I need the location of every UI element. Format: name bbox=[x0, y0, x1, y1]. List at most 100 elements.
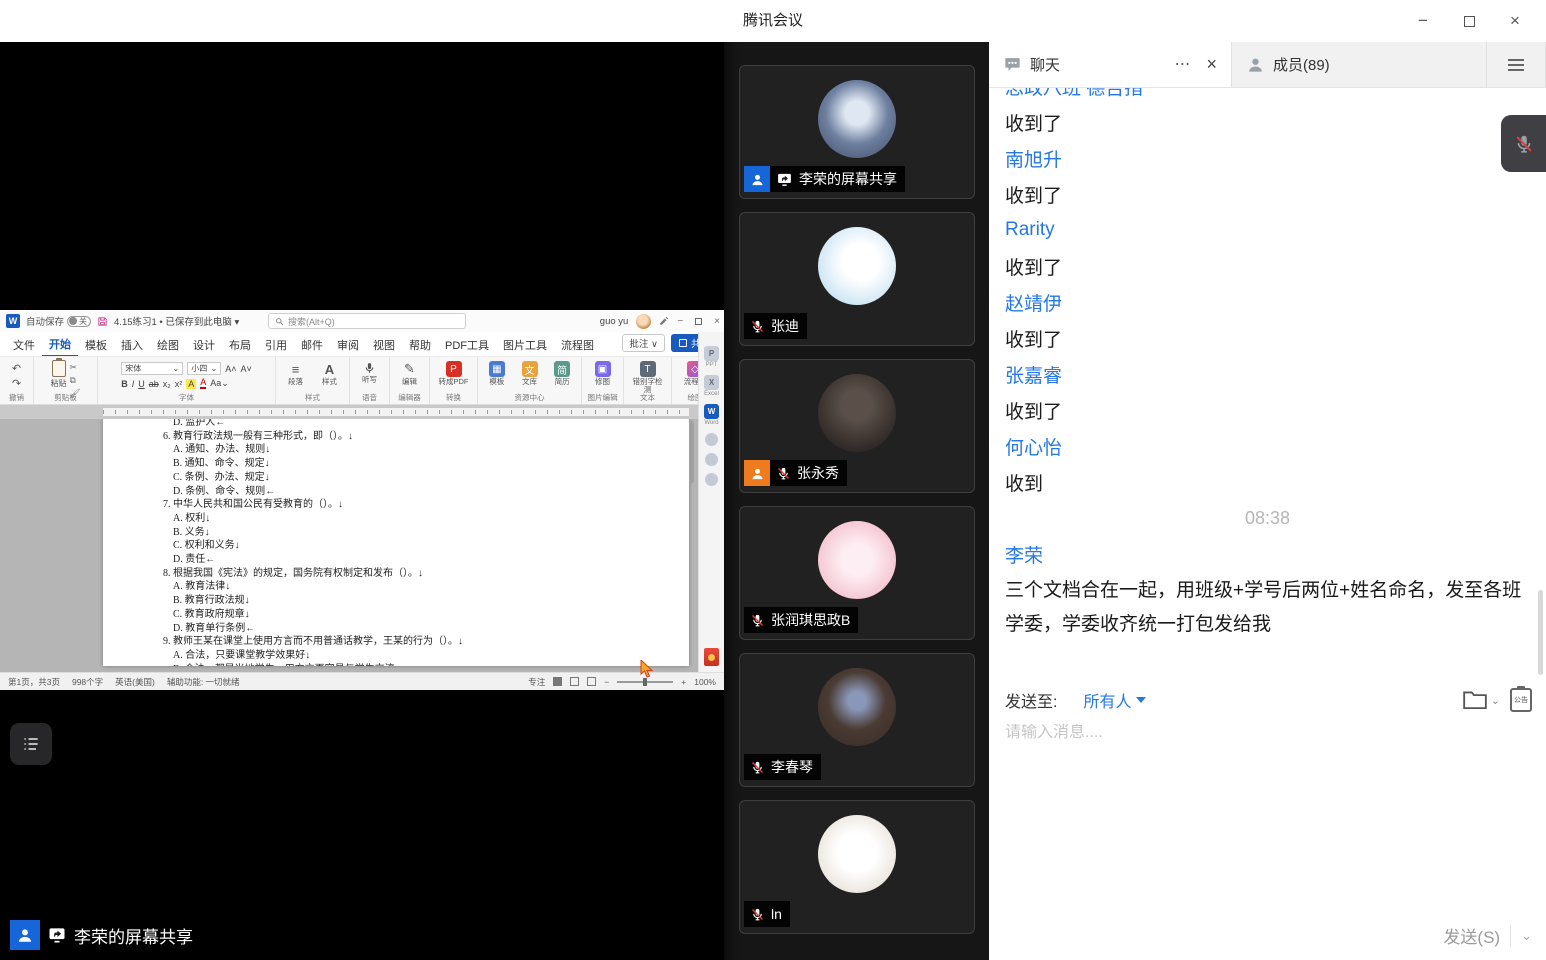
chat-sender-name[interactable]: 李荣 bbox=[1005, 536, 1530, 572]
focus-mode-button[interactable]: 专注 bbox=[528, 676, 545, 688]
rail-settings-icon[interactable] bbox=[705, 433, 718, 446]
tab-home[interactable]: 开始 bbox=[42, 332, 78, 357]
participant-tile[interactable]: 李春琴 bbox=[739, 653, 975, 787]
list-toggle-button[interactable] bbox=[10, 723, 52, 765]
superscript-button[interactable]: x² bbox=[175, 379, 183, 389]
chat-sender-name[interactable]: Rarity bbox=[1005, 212, 1530, 248]
redo-icon[interactable]: ↷ bbox=[12, 377, 21, 390]
page-indicator[interactable]: 第1页，共3页 bbox=[8, 676, 60, 688]
font-name-select[interactable]: 宋体⌄ bbox=[121, 362, 183, 375]
styles-button[interactable]: A样式 bbox=[314, 360, 345, 386]
editor-button[interactable]: ✎编辑 bbox=[394, 360, 425, 386]
copy-icon[interactable]: ⧉ bbox=[70, 375, 81, 386]
tab-review[interactable]: 审阅 bbox=[330, 333, 366, 356]
chat-input[interactable] bbox=[1005, 724, 1530, 742]
accessibility-status[interactable]: 辅助功能: 一切就绪 bbox=[167, 676, 240, 688]
rail-word-button[interactable]: W Word bbox=[704, 404, 719, 426]
grow-font-icon[interactable]: A˄ bbox=[225, 364, 236, 374]
document-page[interactable]: D. 监护人← 6. 教育行政法规一般有三种形式，即（）。↓ A. 通知、办法、… bbox=[103, 419, 689, 666]
participant-tile[interactable]: 张润琪思政B bbox=[739, 506, 975, 640]
panel-menu-button[interactable] bbox=[1487, 42, 1546, 87]
save-icon[interactable] bbox=[97, 316, 108, 327]
word-search-box[interactable]: 搜索(Alt+Q) bbox=[268, 313, 466, 329]
announcement-button[interactable]: 公告 bbox=[1510, 688, 1532, 712]
subscript-button[interactable]: x₂ bbox=[163, 379, 171, 389]
chat-sender-name[interactable]: 何心怡 bbox=[1005, 428, 1530, 464]
rail-collab-icon[interactable] bbox=[705, 453, 718, 466]
print-layout-icon[interactable] bbox=[570, 677, 579, 686]
send-to-select[interactable]: 所有人 bbox=[1083, 688, 1146, 712]
account-avatar[interactable] bbox=[636, 314, 651, 329]
tab-insert[interactable]: 插入 bbox=[114, 333, 150, 356]
library-button[interactable]: 文文库 bbox=[515, 360, 545, 386]
zoom-slider[interactable] bbox=[617, 681, 673, 683]
rail-more-icon[interactable] bbox=[705, 473, 718, 486]
tab-help[interactable]: 帮助 bbox=[402, 333, 438, 356]
minimize-icon[interactable]: − bbox=[1400, 0, 1446, 42]
tab-file[interactable]: 文件 bbox=[6, 333, 42, 356]
close-icon[interactable]: × bbox=[1206, 54, 1217, 75]
bold-button[interactable]: B bbox=[121, 379, 128, 389]
tab-flowchart[interactable]: 流程图 bbox=[554, 333, 601, 356]
language-indicator[interactable]: 英语(美国) bbox=[115, 676, 155, 688]
chat-sender-name[interactable]: 南旭升 bbox=[1005, 140, 1530, 176]
tab-pdf-tools[interactable]: PDF工具 bbox=[438, 333, 496, 356]
underline-button[interactable]: U bbox=[138, 379, 145, 389]
maximize-icon[interactable] bbox=[1446, 0, 1492, 42]
participant-tile[interactable]: 张永秀 bbox=[739, 359, 975, 493]
dictate-button[interactable]: 听写 bbox=[354, 360, 385, 384]
chat-input-area[interactable] bbox=[1005, 724, 1530, 884]
pen-icon[interactable] bbox=[659, 316, 669, 326]
undo-icon[interactable]: ↶ bbox=[12, 362, 21, 375]
close-icon[interactable]: × bbox=[1492, 0, 1538, 42]
tab-layout[interactable]: 布局 bbox=[222, 333, 258, 356]
maximize-icon[interactable] bbox=[695, 318, 702, 325]
chat-scrollbar[interactable] bbox=[1538, 590, 1543, 675]
cut-icon[interactable]: ✂ bbox=[70, 362, 81, 373]
change-case-button[interactable]: Aa⌄ bbox=[210, 378, 229, 389]
comments-button[interactable]: 批注 ∨ bbox=[622, 334, 665, 352]
paragraph-button[interactable]: ≡段落 bbox=[280, 360, 311, 386]
participant-tile[interactable]: 张迪 bbox=[739, 212, 975, 346]
mic-muted-float-button[interactable] bbox=[1501, 115, 1546, 172]
convert-pdf-button[interactable]: P转成PDF bbox=[434, 360, 473, 386]
chat-sender-name[interactable]: 思政八班 德吉措 bbox=[1005, 88, 1530, 104]
templates-button[interactable]: ▦模板 bbox=[482, 360, 512, 386]
italic-button[interactable]: I bbox=[132, 379, 135, 389]
read-mode-icon[interactable] bbox=[553, 677, 562, 686]
participant-tile[interactable]: ln bbox=[739, 800, 975, 934]
strikethrough-button[interactable]: ab bbox=[149, 379, 159, 389]
tab-draw[interactable]: 绘图 bbox=[150, 333, 186, 356]
photo-edit-button[interactable]: ▣修图 bbox=[586, 360, 619, 386]
autosave-toggle[interactable]: 自动保存 关 bbox=[26, 314, 91, 328]
tab-references[interactable]: 引用 bbox=[258, 333, 294, 356]
chat-message-list[interactable]: 思政八班 德吉措 收到了 南旭升 收到了 Rarity 收到了 赵靖伊 收到了 … bbox=[1005, 88, 1530, 678]
chat-sender-name[interactable]: 赵靖伊 bbox=[1005, 284, 1530, 320]
tab-design[interactable]: 设计 bbox=[186, 333, 222, 356]
account-name[interactable]: guo yu bbox=[600, 316, 629, 327]
tab-template[interactable]: 模板 bbox=[78, 333, 114, 356]
rail-excel-button[interactable]: X Excel bbox=[704, 375, 719, 397]
minimize-icon[interactable]: − bbox=[677, 316, 683, 327]
tab-picture-tools[interactable]: 图片工具 bbox=[496, 333, 554, 356]
zoom-out-icon[interactable]: − bbox=[604, 677, 609, 687]
document-scrollbar[interactable] bbox=[689, 421, 694, 483]
more-icon[interactable]: ⋯ bbox=[1174, 60, 1192, 70]
web-layout-icon[interactable] bbox=[587, 677, 596, 686]
close-icon[interactable]: × bbox=[714, 316, 720, 327]
tab-members[interactable]: 成员(89) bbox=[1232, 42, 1487, 87]
shrink-font-icon[interactable]: A˅ bbox=[241, 364, 252, 374]
chevron-down-icon[interactable]: ⌄ bbox=[1521, 928, 1532, 944]
tab-chat[interactable]: 聊天 ⋯ × bbox=[989, 42, 1232, 87]
resume-button[interactable]: 简简历 bbox=[547, 360, 577, 386]
chat-sender-name[interactable]: 张嘉睿 bbox=[1005, 356, 1530, 392]
participant-tile[interactable]: 李荣的屏幕共享 bbox=[739, 65, 975, 199]
typo-check-button[interactable]: T错别字检测 bbox=[628, 360, 667, 394]
paste-button[interactable]: 粘贴 bbox=[51, 360, 67, 389]
rail-ppt-button[interactable]: P PPT bbox=[704, 346, 719, 368]
tab-mailings[interactable]: 邮件 bbox=[294, 333, 330, 356]
file-button[interactable]: ⌄ bbox=[1462, 689, 1500, 711]
zoom-level[interactable]: 100% bbox=[694, 677, 716, 687]
document-title[interactable]: 4.15练习1 • 已保存到此电脑 ▾ bbox=[114, 314, 239, 328]
send-button[interactable]: 发送(S) bbox=[1443, 923, 1500, 948]
